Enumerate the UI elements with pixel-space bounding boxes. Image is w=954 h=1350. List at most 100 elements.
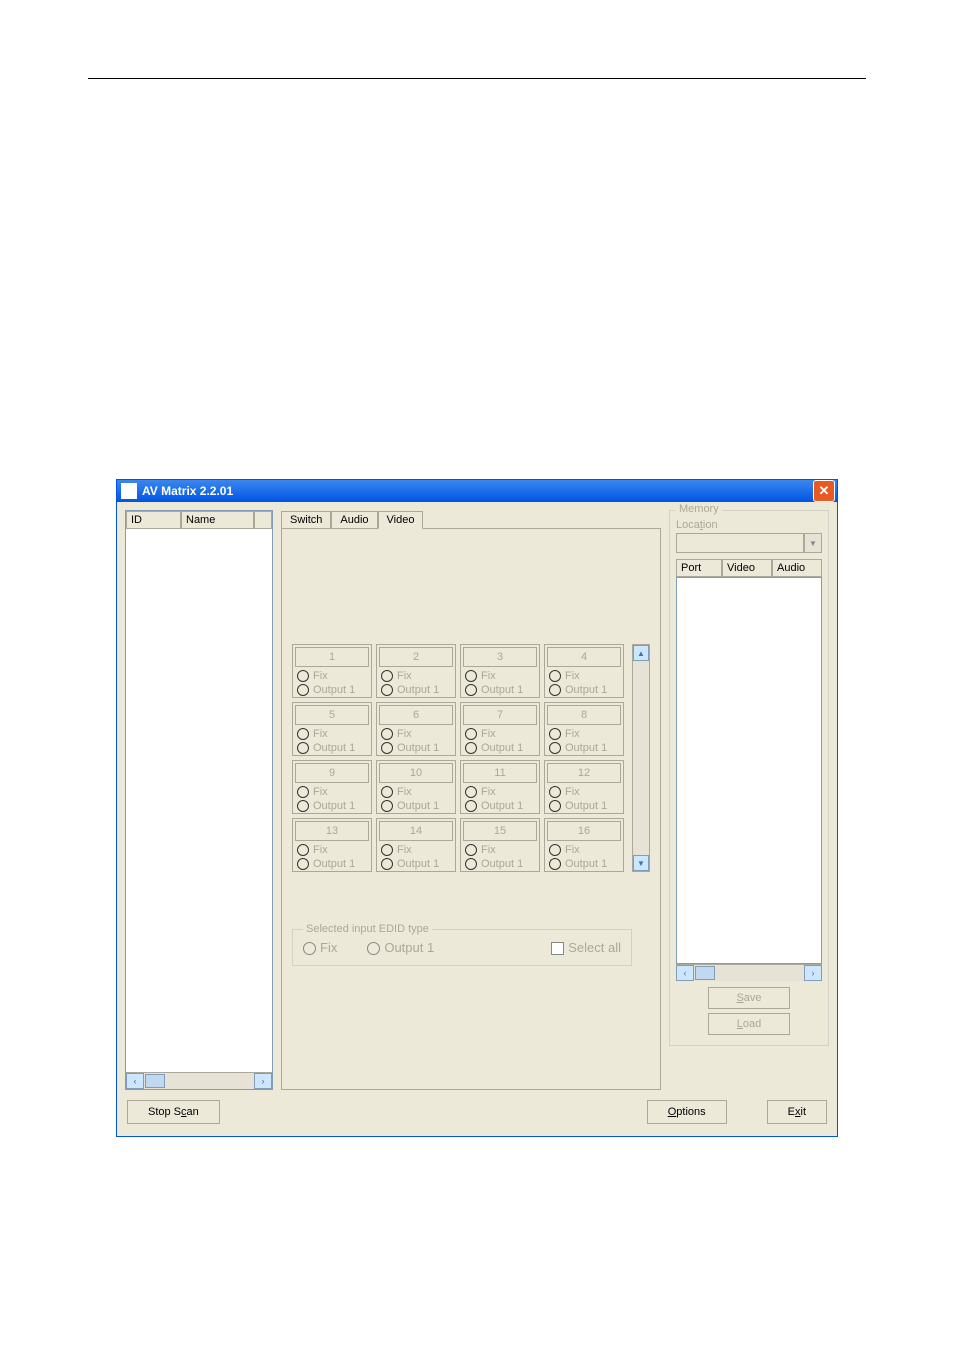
radio-output[interactable]: Output 1 bbox=[545, 741, 623, 755]
edid-radio-fix[interactable]: Fix bbox=[303, 940, 337, 955]
input-number[interactable]: 7 bbox=[463, 705, 537, 725]
radio-icon bbox=[465, 684, 477, 696]
load-button[interactable]: Load bbox=[708, 1013, 790, 1035]
close-icon: ✕ bbox=[819, 483, 830, 499]
scroll-down-icon[interactable]: ▼ bbox=[633, 855, 649, 871]
radio-output[interactable]: Output 1 bbox=[377, 857, 455, 871]
radio-output[interactable]: Output 1 bbox=[377, 683, 455, 697]
radio-fix[interactable]: Fix bbox=[293, 843, 371, 857]
options-button[interactable]: Options bbox=[647, 1100, 727, 1124]
radio-fix[interactable]: Fix bbox=[377, 669, 455, 683]
radio-fix[interactable]: Fix bbox=[461, 843, 539, 857]
stop-scan-button[interactable]: Stop Scan bbox=[127, 1100, 220, 1124]
radio-icon bbox=[297, 858, 309, 870]
tab-switch[interactable]: Switch bbox=[281, 511, 331, 529]
tab-audio[interactable]: Audio bbox=[331, 511, 377, 529]
edid-select-all[interactable]: Select all bbox=[551, 940, 621, 955]
input-number[interactable]: 9 bbox=[295, 763, 369, 783]
input-number[interactable]: 10 bbox=[379, 763, 453, 783]
radio-icon bbox=[549, 670, 561, 682]
input-number[interactable]: 15 bbox=[463, 821, 537, 841]
radio-output[interactable]: Output 1 bbox=[461, 741, 539, 755]
input-number[interactable]: 6 bbox=[379, 705, 453, 725]
radio-fix[interactable]: Fix bbox=[293, 727, 371, 741]
radio-fix[interactable]: Fix bbox=[293, 669, 371, 683]
close-button[interactable]: ✕ bbox=[813, 480, 835, 502]
scroll-thumb[interactable] bbox=[145, 1074, 165, 1088]
radio-output[interactable]: Output 1 bbox=[293, 683, 371, 697]
memory-headers: Port Video Audio bbox=[676, 559, 822, 577]
radio-output[interactable]: Output 1 bbox=[545, 799, 623, 813]
col-video[interactable]: Video bbox=[722, 559, 772, 577]
input-number[interactable]: 16 bbox=[547, 821, 621, 841]
memory-list[interactable] bbox=[676, 577, 822, 964]
input-number[interactable]: 11 bbox=[463, 763, 537, 783]
radio-fix[interactable]: Fix bbox=[545, 669, 623, 683]
location-combo[interactable]: ▼ bbox=[676, 533, 822, 553]
scroll-thumb[interactable] bbox=[695, 966, 715, 980]
location-input[interactable] bbox=[676, 533, 804, 553]
chevron-down-icon[interactable]: ▼ bbox=[804, 533, 822, 553]
radio-fix[interactable]: Fix bbox=[545, 785, 623, 799]
scroll-left-icon[interactable]: ‹ bbox=[676, 965, 694, 981]
radio-icon bbox=[465, 786, 477, 798]
edid-radio-output1[interactable]: Output 1 bbox=[367, 940, 434, 955]
radio-fix[interactable]: Fix bbox=[377, 785, 455, 799]
radio-output[interactable]: Output 1 bbox=[293, 741, 371, 755]
input-number[interactable]: 4 bbox=[547, 647, 621, 667]
radio-output[interactable]: Output 1 bbox=[461, 799, 539, 813]
scroll-up-icon[interactable]: ▲ bbox=[633, 645, 649, 661]
radio-icon bbox=[465, 742, 477, 754]
input-grid-wrap: 1 Fix Output 1 2 Fix Output 1 bbox=[292, 644, 650, 872]
input-number[interactable]: 3 bbox=[463, 647, 537, 667]
radio-fix[interactable]: Fix bbox=[461, 727, 539, 741]
radio-fix[interactable]: Fix bbox=[545, 727, 623, 741]
radio-fix[interactable]: Fix bbox=[461, 785, 539, 799]
col-port[interactable]: Port bbox=[676, 559, 722, 577]
radio-output[interactable]: Output 1 bbox=[377, 799, 455, 813]
radio-fix[interactable]: Fix bbox=[293, 785, 371, 799]
device-list[interactable]: ID Name ‹ › bbox=[125, 510, 273, 1090]
radio-fix[interactable]: Fix bbox=[377, 843, 455, 857]
input-number[interactable]: 1 bbox=[295, 647, 369, 667]
col-id[interactable]: ID bbox=[126, 511, 181, 529]
radio-icon bbox=[381, 728, 393, 740]
radio-output[interactable]: Output 1 bbox=[377, 741, 455, 755]
radio-output[interactable]: Output 1 bbox=[545, 683, 623, 697]
radio-output[interactable]: Output 1 bbox=[545, 857, 623, 871]
tab-strip: Switch Audio Video bbox=[281, 510, 661, 528]
radio-output[interactable]: Output 1 bbox=[293, 857, 371, 871]
radio-fix[interactable]: Fix bbox=[461, 669, 539, 683]
radio-output[interactable]: Output 1 bbox=[461, 857, 539, 871]
input-number[interactable]: 13 bbox=[295, 821, 369, 841]
radio-icon bbox=[381, 800, 393, 812]
exit-button[interactable]: Exit bbox=[767, 1100, 827, 1124]
radio-icon bbox=[381, 742, 393, 754]
save-button[interactable]: Save bbox=[708, 987, 790, 1009]
memory-hscroll[interactable]: ‹ › bbox=[676, 964, 822, 981]
input-grid-vscroll[interactable]: ▲ ▼ bbox=[632, 644, 650, 872]
tab-body: 1 Fix Output 1 2 Fix Output 1 bbox=[281, 528, 661, 1090]
device-list-hscroll[interactable]: ‹ › bbox=[126, 1072, 272, 1089]
input-number[interactable]: 14 bbox=[379, 821, 453, 841]
radio-output[interactable]: Output 1 bbox=[461, 683, 539, 697]
radio-fix[interactable]: Fix bbox=[545, 843, 623, 857]
bottom-bar: Stop Scan Options Exit bbox=[125, 1096, 829, 1128]
col-name[interactable]: Name bbox=[181, 511, 254, 529]
input-number[interactable]: 2 bbox=[379, 647, 453, 667]
device-list-body[interactable] bbox=[126, 529, 272, 1072]
tab-video[interactable]: Video bbox=[378, 511, 424, 529]
scroll-right-icon[interactable]: › bbox=[254, 1073, 272, 1089]
col-audio[interactable]: Audio bbox=[772, 559, 822, 577]
input-number[interactable]: 5 bbox=[295, 705, 369, 725]
scroll-right-icon[interactable]: › bbox=[804, 965, 822, 981]
checkbox-icon bbox=[551, 942, 564, 955]
input-number[interactable]: 12 bbox=[547, 763, 621, 783]
scroll-left-icon[interactable]: ‹ bbox=[126, 1073, 144, 1089]
input-number[interactable]: 8 bbox=[547, 705, 621, 725]
radio-icon bbox=[549, 742, 561, 754]
col-extra[interactable] bbox=[254, 511, 272, 529]
input-cell: 9 Fix Output 1 bbox=[292, 760, 372, 814]
radio-output[interactable]: Output 1 bbox=[293, 799, 371, 813]
radio-fix[interactable]: Fix bbox=[377, 727, 455, 741]
